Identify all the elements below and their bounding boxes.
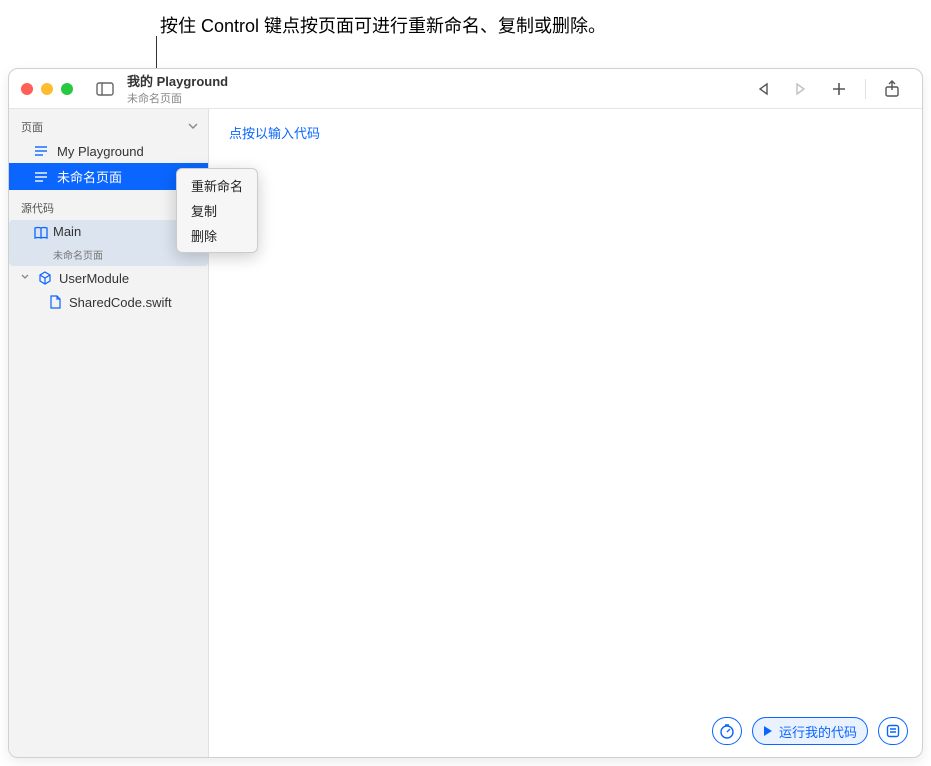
app-window: 我的 Playground 未命名页面 页面 — [8, 68, 923, 758]
list-icon — [886, 724, 900, 738]
gauge-icon — [719, 723, 735, 739]
triangle-left-icon — [757, 82, 769, 96]
menu-item-delete[interactable]: 删除 — [177, 223, 257, 248]
sidebar-item-label: SharedCode.swift — [69, 295, 172, 310]
sidebar-file-sharedcode[interactable]: SharedCode.swift — [9, 290, 208, 314]
chevron-down-icon — [188, 121, 198, 133]
zoom-window-button[interactable] — [61, 83, 73, 95]
sidebar-toggle-button[interactable] — [91, 78, 119, 100]
pages-section-header[interactable]: 页面 — [9, 115, 208, 139]
window-subtitle: 未命名页面 — [127, 90, 751, 106]
timer-button[interactable] — [712, 717, 742, 745]
sidebar-page-my-playground[interactable]: My Playground — [9, 139, 208, 163]
triangle-right-icon — [795, 82, 807, 96]
share-button[interactable] — [880, 77, 904, 101]
titlebar: 我的 Playground 未命名页面 — [9, 69, 922, 109]
play-icon — [763, 725, 773, 737]
add-button[interactable] — [827, 77, 851, 101]
traffic-lights — [21, 83, 73, 95]
minimize-window-button[interactable] — [41, 83, 53, 95]
editor-area[interactable]: 点按以输入代码 运行我的代码 — [209, 109, 922, 757]
results-button[interactable] — [878, 717, 908, 745]
editor-placeholder[interactable]: 点按以输入代码 — [229, 126, 320, 141]
pages-header-label: 页面 — [21, 119, 43, 135]
callout-text: 按住 Control 键点按页面可进行重新命名、复制或删除。 — [160, 12, 606, 38]
run-code-button[interactable]: 运行我的代码 — [752, 717, 868, 745]
share-icon — [884, 80, 900, 98]
body: 页面 My Playground 未命名页面 源代码 — [9, 109, 922, 757]
context-menu: 重新命名 复制 删除 — [176, 168, 258, 253]
module-icon — [37, 270, 53, 286]
run-button-label: 运行我的代码 — [779, 722, 857, 741]
sidebar-module-usermodule[interactable]: UserModule — [9, 266, 208, 290]
menu-item-duplicate[interactable]: 复制 — [177, 198, 257, 223]
sidebar-icon — [96, 82, 114, 96]
bottom-bar: 运行我的代码 — [712, 717, 908, 745]
toolbar-right — [751, 77, 910, 101]
close-window-button[interactable] — [21, 83, 33, 95]
page-icon — [33, 169, 49, 185]
window-title: 我的 Playground — [127, 71, 751, 90]
sidebar-item-label: My Playground — [57, 144, 144, 159]
page-icon — [33, 143, 49, 159]
title-block: 我的 Playground 未命名页面 — [119, 71, 751, 106]
nav-forward-button[interactable] — [789, 77, 813, 101]
menu-item-rename[interactable]: 重新命名 — [177, 173, 257, 198]
source-header-label: 源代码 — [21, 200, 54, 216]
sidebar-item-sublabel: 未命名页面 — [53, 247, 103, 262]
plus-icon — [831, 81, 847, 97]
sidebar-item-label: UserModule — [59, 271, 129, 286]
swift-file-icon — [47, 294, 63, 310]
sidebar-item-label: 未命名页面 — [57, 167, 122, 186]
book-icon — [33, 225, 49, 241]
toolbar-divider — [865, 79, 866, 99]
sidebar-item-label: Main — [53, 224, 81, 239]
chevron-down-icon — [21, 273, 31, 284]
nav-back-button[interactable] — [751, 77, 775, 101]
